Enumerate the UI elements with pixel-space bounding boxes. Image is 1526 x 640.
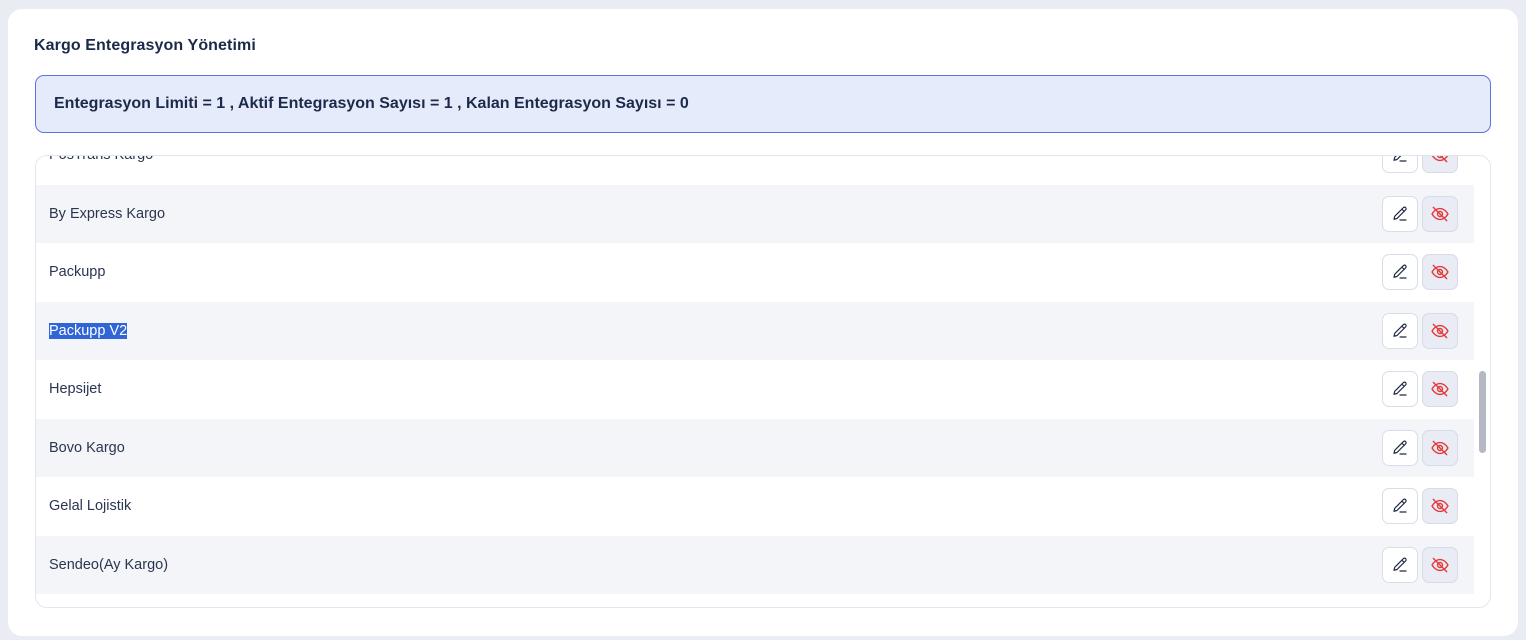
edit-button[interactable] xyxy=(1382,195,1418,232)
eye-off-icon xyxy=(1431,323,1449,339)
hide-button[interactable] xyxy=(1422,371,1458,408)
integration-name: Bovo Kargo xyxy=(49,439,125,456)
row-actions xyxy=(1382,195,1458,232)
edit-button[interactable] xyxy=(1382,254,1418,291)
list-item: Sendeo(Ay Kargo) xyxy=(36,535,1474,594)
row-actions xyxy=(1382,429,1458,466)
edit-button[interactable] xyxy=(1382,488,1418,525)
list-item: By Express Kargo xyxy=(36,184,1474,243)
eye-off-icon xyxy=(1431,156,1449,163)
integration-name: Hepsijet xyxy=(49,381,102,398)
pencil-icon xyxy=(1393,206,1407,221)
integration-name: By Express Kargo xyxy=(49,205,166,222)
scrollbar[interactable] xyxy=(1474,156,1490,607)
hide-button[interactable] xyxy=(1422,156,1458,174)
hide-button[interactable] xyxy=(1422,254,1458,291)
pencil-icon xyxy=(1393,264,1407,279)
integration-name: Sendeo(Ay Kargo) xyxy=(49,556,169,573)
hide-button[interactable] xyxy=(1422,546,1458,583)
integration-name: Gelal Lojistik xyxy=(49,498,132,515)
pencil-icon xyxy=(1393,498,1407,513)
integration-name: PosTrans Kargo xyxy=(49,155,154,164)
page-title: Kargo Entegrasyon Yönetimi xyxy=(34,37,256,54)
pencil-icon xyxy=(1393,557,1407,572)
list-item: Packupp V2 xyxy=(36,301,1474,360)
integration-limit-text: Entegrasyon Limiti = 1 , Aktif Entegrasy… xyxy=(54,95,689,112)
integration-name: Packupp xyxy=(49,264,106,281)
integration-limit-banner: Entegrasyon Limiti = 1 , Aktif Entegrasy… xyxy=(35,75,1491,133)
hide-button[interactable] xyxy=(1422,312,1458,349)
row-actions xyxy=(1382,156,1458,174)
eye-off-icon xyxy=(1431,498,1449,514)
eye-off-icon xyxy=(1431,440,1449,456)
pencil-icon xyxy=(1393,440,1407,455)
edit-button[interactable] xyxy=(1382,429,1418,466)
integration-list: PosTrans Kargo By Express Kargo Packupp … xyxy=(35,155,1491,608)
integration-list-content: PosTrans Kargo By Express Kargo Packupp … xyxy=(36,155,1474,594)
row-actions xyxy=(1382,254,1458,291)
eye-off-icon xyxy=(1431,381,1449,397)
hide-button[interactable] xyxy=(1422,429,1458,466)
edit-button[interactable] xyxy=(1382,371,1418,408)
row-actions xyxy=(1382,312,1458,349)
list-item: Packupp xyxy=(36,243,1474,302)
hide-button[interactable] xyxy=(1422,195,1458,232)
list-item: Gelal Lojistik xyxy=(36,477,1474,536)
row-actions xyxy=(1382,488,1458,525)
row-actions xyxy=(1382,371,1458,408)
integration-card: Kargo Entegrasyon Yönetimi Entegrasyon L… xyxy=(8,9,1518,636)
edit-button[interactable] xyxy=(1382,312,1418,349)
row-actions xyxy=(1382,546,1458,583)
pencil-icon xyxy=(1393,381,1407,396)
scrollbar-thumb[interactable] xyxy=(1479,371,1486,453)
pencil-icon xyxy=(1393,156,1407,162)
integration-name: Packupp V2 xyxy=(49,322,128,339)
list-item: Bovo Kargo xyxy=(36,418,1474,477)
edit-button[interactable] xyxy=(1382,546,1418,583)
list-item: Hepsijet xyxy=(36,360,1474,419)
hide-button[interactable] xyxy=(1422,488,1458,525)
eye-off-icon xyxy=(1431,557,1449,573)
eye-off-icon xyxy=(1431,206,1449,222)
list-item: PosTrans Kargo xyxy=(36,155,1474,185)
edit-button[interactable] xyxy=(1382,156,1418,174)
pencil-icon xyxy=(1393,323,1407,338)
eye-off-icon xyxy=(1431,264,1449,280)
